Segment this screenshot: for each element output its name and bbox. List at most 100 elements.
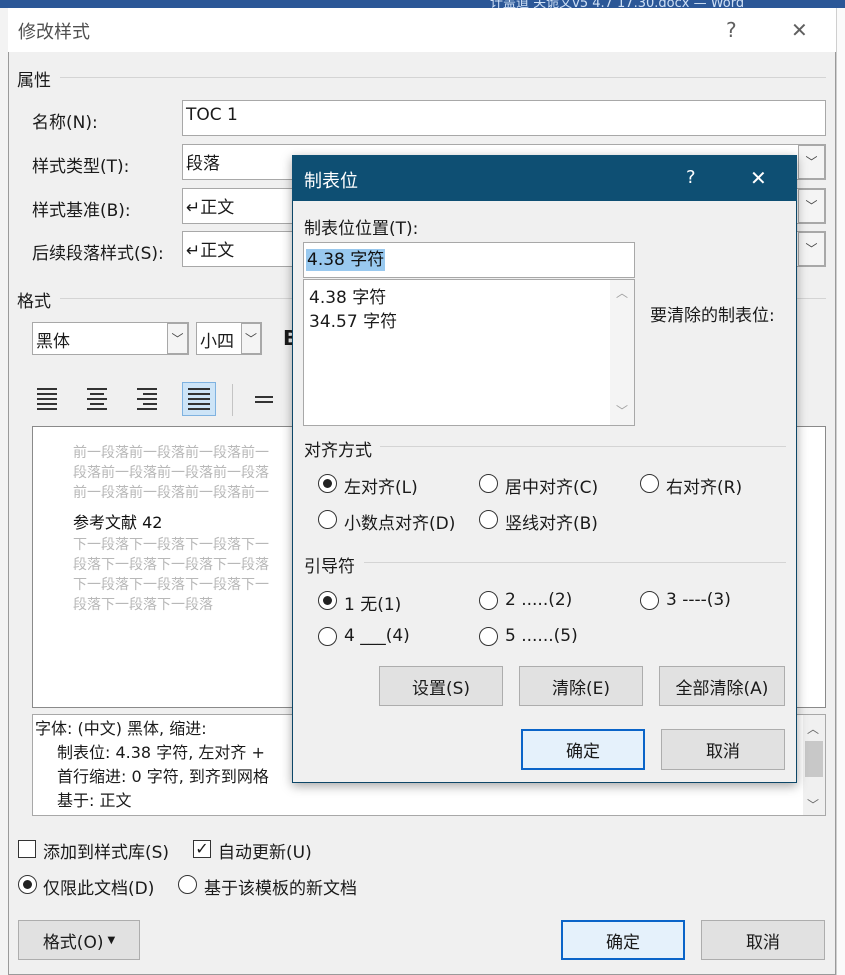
only-this-doc-radio[interactable] [18, 875, 37, 894]
close-icon[interactable]: ✕ [791, 18, 808, 42]
alignment-divider [380, 446, 786, 447]
tabs-cancel-button[interactable]: 取消 [661, 729, 785, 770]
leader-1-radio[interactable] [318, 591, 337, 610]
description-line: 制表位: 4.38 字符, 左对齐 + [57, 743, 265, 762]
clear-all-button[interactable]: 全部清除(A) [659, 666, 785, 706]
leader-header: 引导符 [304, 557, 355, 577]
chevron-down-icon[interactable]: ﹀ [798, 145, 825, 179]
leader-2-radio[interactable] [479, 591, 498, 610]
description-scrollbar[interactable]: ︿ ﹀ [803, 715, 825, 815]
description-line: 基于: 正文 [57, 791, 132, 810]
align-left-radio[interactable] [318, 474, 337, 493]
preview-prev-line: 前一段落前一段落前一段落前一 [73, 485, 269, 501]
leader-divider [364, 562, 786, 563]
chevron-down-icon[interactable]: ﹀ [798, 232, 825, 266]
align-left-label[interactable]: 左对齐(L) [344, 473, 418, 498]
leader-3-radio[interactable] [640, 591, 659, 610]
chevron-up-icon[interactable]: ︿ [807, 717, 819, 741]
format-menu-button[interactable]: 格式(O) ▼ [18, 920, 140, 960]
modify-style-titlebar: 修改样式 ? ✕ [8, 8, 836, 52]
style-based-label: 样式基准(B): [32, 201, 131, 221]
chevron-down-icon[interactable]: ﹀ [616, 402, 628, 419]
format-button-label: 格式(O) [42, 932, 104, 953]
clear-button[interactable]: 清除(E) [519, 666, 643, 706]
properties-divider [60, 77, 826, 78]
align-left-icon[interactable] [30, 382, 64, 416]
list-scrollbar[interactable]: ︿ ﹀ [610, 280, 634, 425]
name-input[interactable]: TOC 1 [182, 100, 826, 136]
name-label: 名称(N): [32, 113, 98, 133]
dialog-title: 修改样式 [18, 22, 90, 43]
auto-update-label[interactable]: 自动更新(U) [218, 838, 312, 863]
preview-next-line: 下一段落下一段落下一段落下一 [73, 577, 269, 593]
chevron-down-icon[interactable]: ﹀ [807, 793, 819, 817]
align-decimal-radio[interactable] [318, 510, 337, 529]
align-right-label[interactable]: 右对齐(R) [666, 473, 742, 498]
align-right-icon[interactable] [130, 382, 164, 416]
justify-icon[interactable] [182, 382, 216, 416]
leader-4-radio[interactable] [318, 627, 337, 646]
leader-3-label[interactable]: 3 ----(3) [666, 590, 731, 610]
background-right-strip [836, 8, 845, 975]
align-bar-label[interactable]: 竖线对齐(B) [505, 509, 598, 534]
ok-button[interactable]: 确定 [561, 920, 685, 960]
tabs-dialog-title: 制表位 [304, 171, 358, 192]
align-decimal-label[interactable]: 小数点对齐(D) [344, 509, 455, 534]
scrollbar-thumb[interactable] [805, 741, 823, 777]
list-item[interactable]: 4.38 字符 [309, 283, 386, 308]
properties-header: 属性 [17, 71, 51, 91]
leader-2-label[interactable]: 2 .....(2) [505, 590, 572, 610]
list-item[interactable]: 34.57 字符 [309, 307, 397, 332]
next-style-label: 后续段落样式(S): [32, 244, 164, 264]
tab-position-input[interactable]: 4.38 字符 [303, 242, 635, 278]
preview-next-line: 段落下一段落下一段落 [73, 597, 213, 613]
tabs-dialog-titlebar: 制表位 ? ✕ [292, 155, 797, 201]
set-button[interactable]: 设置(S) [379, 666, 503, 706]
to-clear-label: 要清除的制表位: [650, 306, 775, 326]
align-center-label[interactable]: 居中对齐(C) [505, 473, 598, 498]
chevron-down-icon[interactable]: ﹀ [798, 189, 825, 223]
preview-prev-line: 前一段落前一段落前一段落前一 [73, 445, 269, 461]
toolbar-separator [232, 384, 233, 416]
align-right-radio[interactable] [640, 474, 659, 493]
style-type-label: 样式类型(T): [32, 157, 130, 177]
align-center-icon[interactable] [80, 382, 114, 416]
only-this-doc-label[interactable]: 仅限此文档(D) [43, 874, 154, 899]
tab-position-value: 4.38 字符 [306, 249, 386, 271]
cancel-button[interactable]: 取消 [701, 920, 825, 960]
leader-4-label[interactable]: 4 ___(4) [344, 626, 410, 646]
new-docs-label[interactable]: 基于该模板的新文档 [204, 874, 357, 899]
background-left-strip [0, 8, 8, 975]
chevron-down-icon[interactable]: ﹀ [167, 323, 188, 354]
help-icon[interactable]: ? [726, 18, 737, 42]
background-app-titlebar: 计盖道 关诡文v5 4.7 17.30.docx — Word [0, 0, 845, 8]
leader-5-radio[interactable] [479, 627, 498, 646]
line-spacing-icon[interactable] [247, 382, 281, 416]
new-docs-radio[interactable] [178, 875, 197, 894]
tab-position-label: 制表位位置(T): [304, 219, 419, 239]
chevron-down-icon[interactable]: ﹀ [241, 323, 261, 354]
format-header: 格式 [17, 292, 51, 312]
font-select[interactable]: 黑体 [32, 322, 189, 355]
description-line: 字体: (中文) 黑体, 缩进: [35, 719, 207, 738]
align-center-radio[interactable] [479, 474, 498, 493]
tab-positions-list[interactable]: 4.38 字符 34.57 字符 ︿ ﹀ [303, 279, 635, 426]
add-to-gallery-label[interactable]: 添加到样式库(S) [43, 838, 169, 863]
help-icon[interactable]: ? [686, 167, 696, 188]
auto-update-checkbox[interactable]: ✓ [193, 840, 211, 858]
leader-5-label[interactable]: 5 ......(5) [505, 626, 578, 646]
close-icon[interactable]: ✕ [750, 166, 767, 190]
leader-1-label[interactable]: 1 无(1) [344, 590, 401, 615]
preview-prev-line: 段落前一段落前一段落前一段落 [73, 465, 269, 481]
add-to-gallery-checkbox[interactable] [18, 840, 36, 858]
preview-next-line: 段落下一段落下一段落下一段落 [73, 557, 269, 573]
background-title: 计盖道 关诡文v5 4.7 17.30.docx — Word [490, 0, 745, 8]
preview-next-line: 下一段落下一段落下一段落下一 [73, 537, 269, 553]
chevron-up-icon[interactable]: ︿ [616, 284, 628, 301]
description-line: 首行缩进: 0 字符, 到齐到网格 [57, 767, 269, 786]
alignment-header: 对齐方式 [304, 441, 372, 461]
tabs-ok-button[interactable]: 确定 [521, 729, 645, 770]
preview-main-text: 参考文献 42 [73, 513, 163, 532]
caret-down-icon: ▼ [107, 934, 116, 946]
align-bar-radio[interactable] [479, 510, 498, 529]
